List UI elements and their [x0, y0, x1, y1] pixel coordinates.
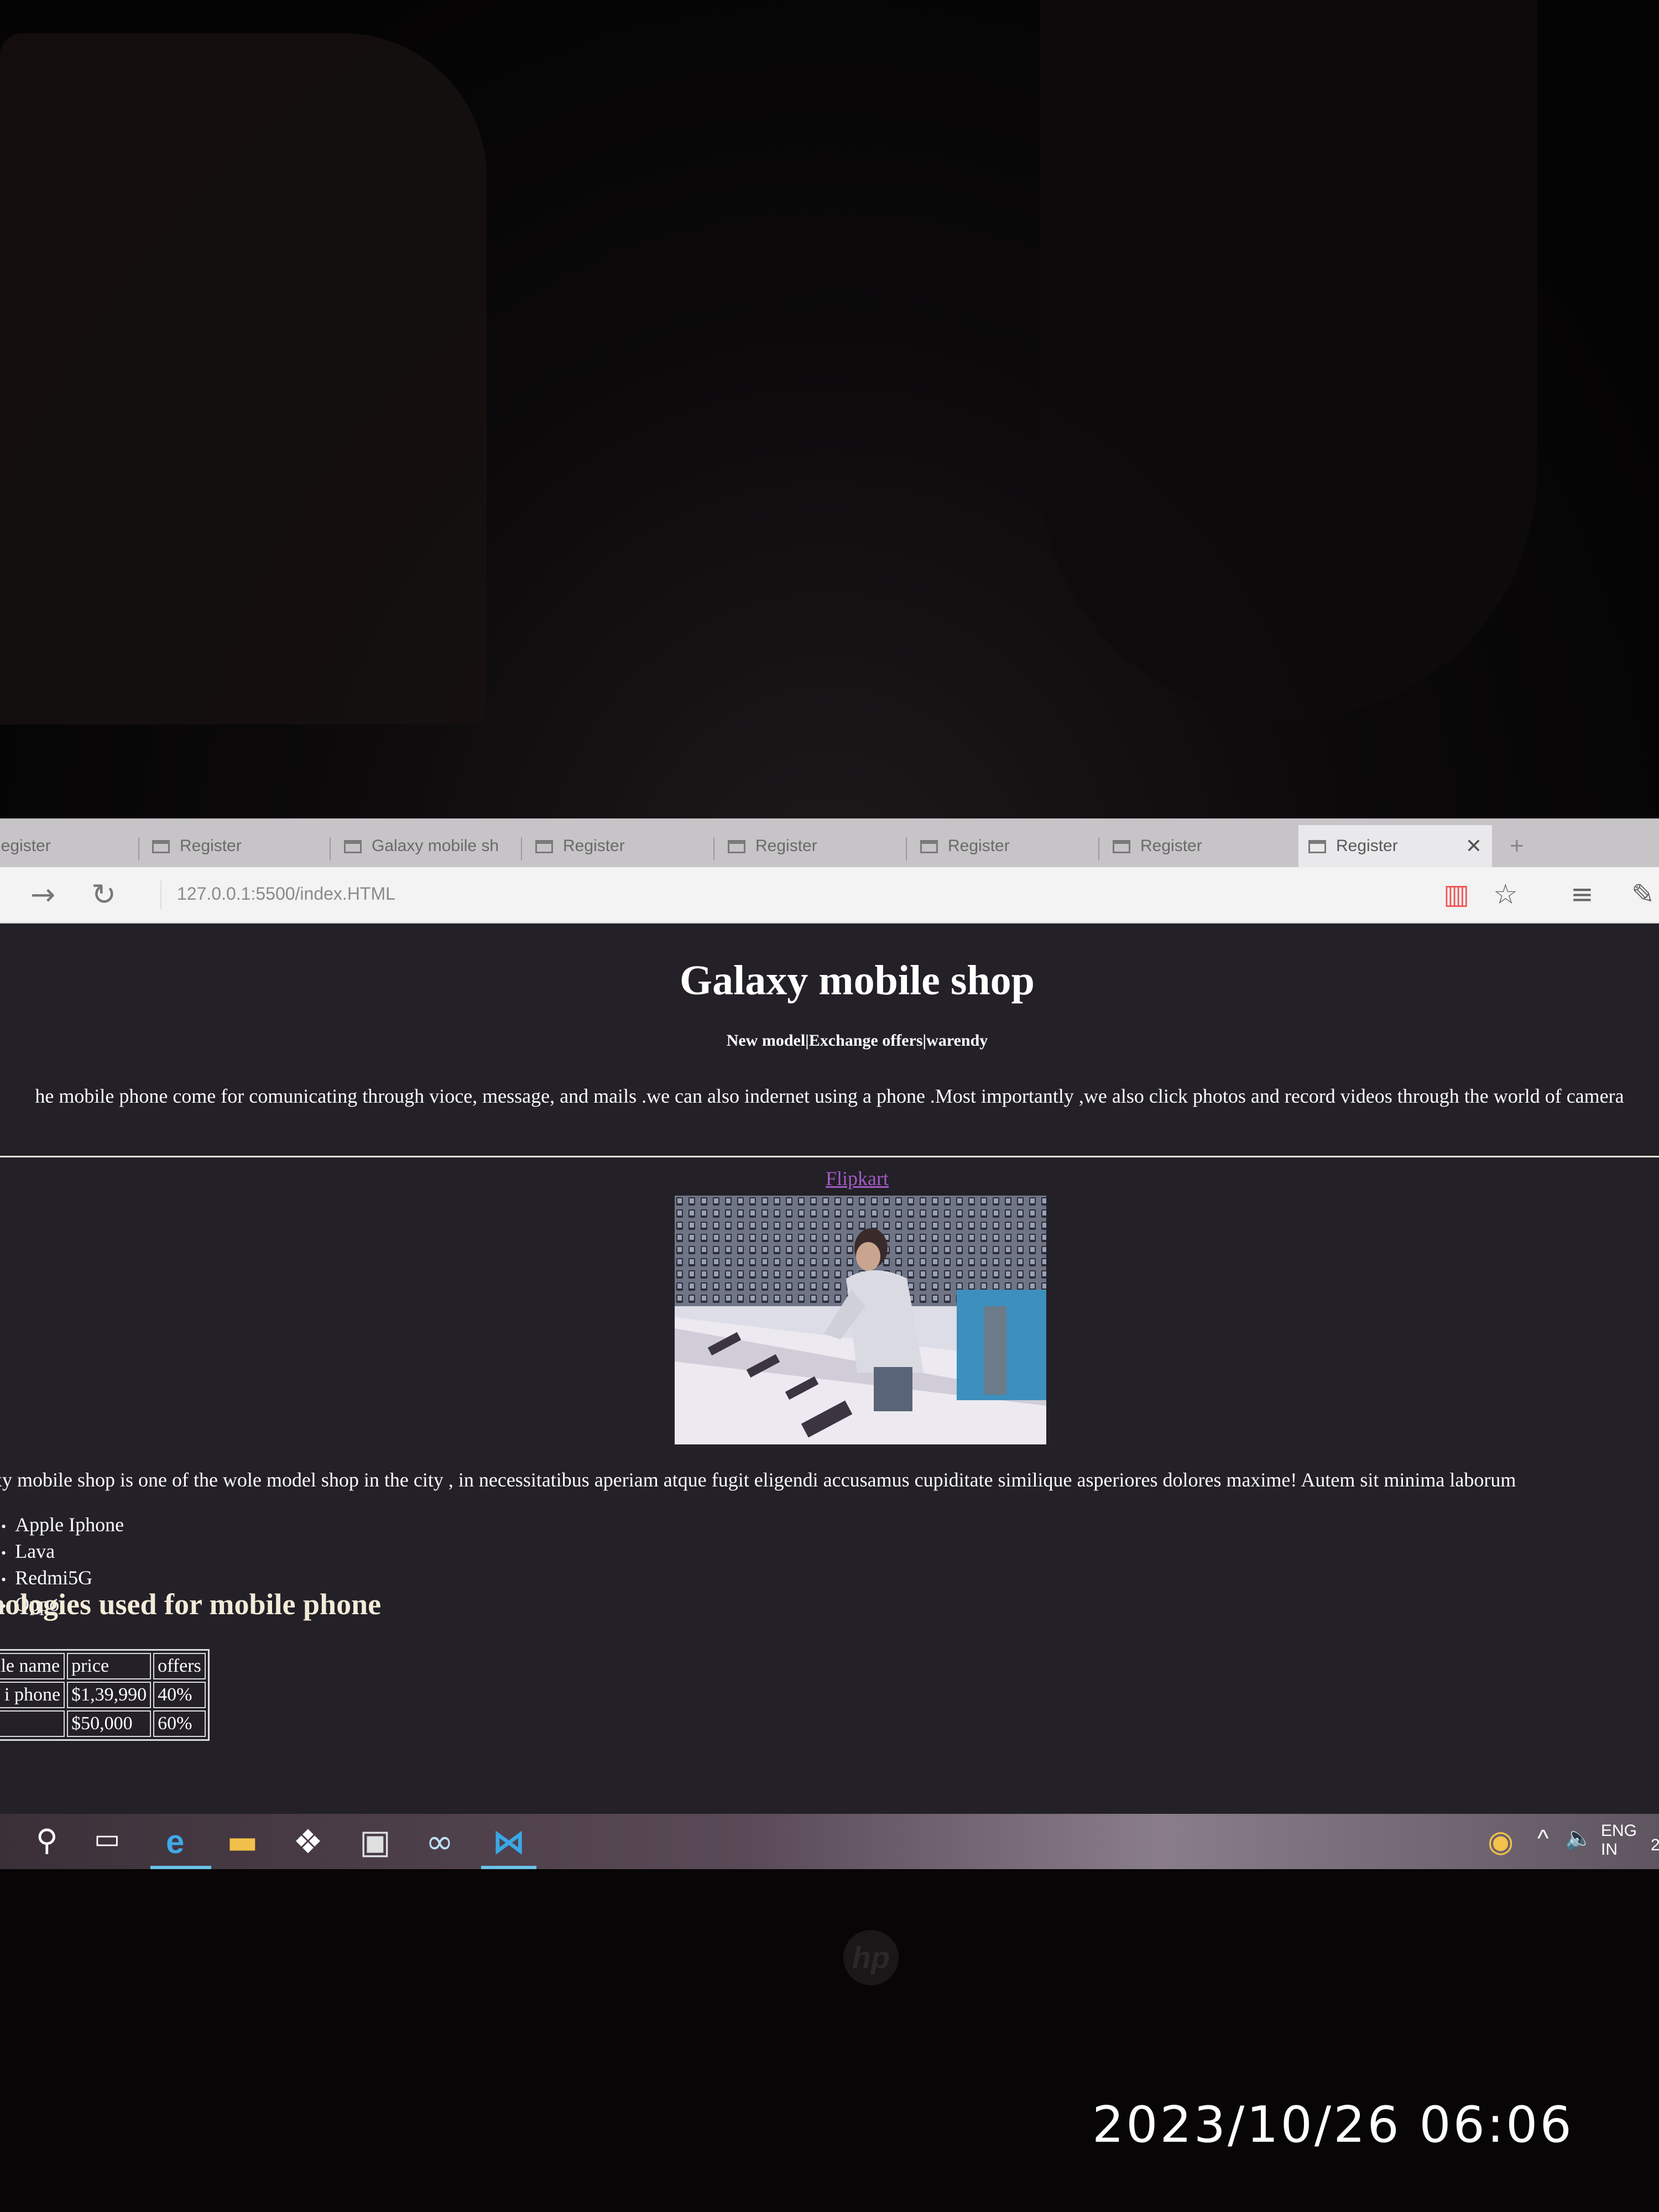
intro-paragraph: he mobile phone come for comunicating th… [35, 1085, 1624, 1107]
shop-photo [675, 1196, 1046, 1444]
tab-page-icon [1308, 840, 1326, 854]
table-header-cell: bile name [0, 1653, 65, 1679]
region-code: IN [1601, 1840, 1618, 1859]
divider [160, 880, 161, 909]
table-cell: a [0, 1710, 65, 1737]
taskbar: ⚲ ▭ e ▬ ❖ ▣ ∞ ⋈ ◉ ^ 🔈 ENG IN 2 [0, 1814, 1659, 1869]
tab-separator [713, 837, 714, 860]
search-icon[interactable]: ⚲ [36, 1823, 58, 1858]
tab-separator [1098, 837, 1099, 860]
clock[interactable]: 2 [1651, 1836, 1659, 1855]
active-app-indicator [150, 1866, 211, 1869]
tab-separator [138, 837, 139, 860]
tab-register-5[interactable]: Register [920, 825, 1092, 867]
tab-register-1[interactable]: Register [0, 825, 127, 867]
tab-register-3[interactable]: Register [535, 825, 707, 867]
tab-page-icon [920, 840, 938, 854]
file-explorer-icon[interactable]: ▬ [227, 1823, 258, 1861]
favorite-star-icon[interactable]: ☆ [1493, 878, 1518, 910]
new-tab-icon[interactable]: + [1510, 825, 1524, 867]
price-table: bile name price offers le i phone $1,39,… [0, 1649, 210, 1741]
address-bar: → ↻ 127.0.0.1:5500/index.HTML ▥ ☆ ≡ ✎ [0, 867, 1659, 924]
monitor-logo: hp [843, 1930, 899, 1985]
tab-separator [906, 837, 907, 860]
infinity-app-icon[interactable]: ∞ [426, 1823, 453, 1861]
language-code: ENG [1601, 1822, 1637, 1840]
chevron-up-icon[interactable]: ^ [1537, 1825, 1549, 1853]
tab-register-6[interactable]: Register [1113, 825, 1290, 867]
tab-page-icon [152, 840, 170, 854]
tab-galaxy-mobile-shop[interactable]: Galaxy mobile sh [344, 825, 511, 867]
tab-register-4[interactable]: Register [728, 825, 899, 867]
tab-separator [330, 837, 331, 860]
task-view-icon[interactable]: ▭ [94, 1823, 120, 1855]
tab-bar: Register Register Galaxy mobile sh Regis… [0, 818, 1659, 867]
table-cell: $1,39,990 [67, 1682, 152, 1708]
table-row: le i phone $1,39,990 40% [0, 1682, 206, 1708]
section-heading: cnologies used for mobile phone [0, 1588, 382, 1621]
reading-view-icon[interactable]: ▥ [1443, 878, 1469, 910]
photo-timestamp: 2023/10/26 06:06 [1092, 2096, 1574, 2154]
table-cell: $50,000 [67, 1710, 152, 1737]
table-row: a $50,000 60% [0, 1710, 206, 1737]
update-notification-icon[interactable]: ◉ [1488, 1824, 1514, 1859]
tab-page-icon [728, 840, 745, 854]
tab-separator [521, 837, 522, 860]
refresh-icon[interactable]: ↻ [91, 877, 116, 912]
background-object [0, 33, 487, 724]
dropbox-icon[interactable]: ❖ [293, 1823, 323, 1861]
tab-page-icon [535, 840, 553, 854]
tab-register-2[interactable]: Register [152, 825, 324, 867]
page-subtitle: New model|Exchange offers|warendy [726, 1031, 988, 1050]
shop-description: axy mobile shop is one of the wole model… [0, 1469, 1516, 1491]
page-title: Galaxy mobile shop [680, 957, 1035, 1004]
background-shadow [1040, 0, 1537, 719]
horizontal-rule [0, 1156, 1659, 1157]
table-cell: 40% [153, 1682, 206, 1708]
speaker-icon[interactable]: 🔈 [1565, 1825, 1593, 1851]
list-item: Lava [0, 1539, 124, 1566]
tab-page-icon [344, 840, 362, 854]
close-tab-icon[interactable]: ✕ [1465, 825, 1482, 867]
store-icon[interactable]: ▣ [359, 1823, 391, 1861]
hub-icon[interactable]: ≡ [1571, 878, 1594, 910]
list-item: Apple Iphone [0, 1512, 124, 1539]
table-header-cell: offers [153, 1653, 206, 1679]
table-header-cell: price [67, 1653, 152, 1679]
table-cell: 60% [153, 1710, 206, 1737]
flipkart-link[interactable]: Flipkart [0, 1167, 1659, 1190]
table-header-row: bile name price offers [0, 1653, 206, 1679]
web-note-icon[interactable]: ✎ [1631, 878, 1655, 910]
language-indicator[interactable]: ENG IN [1601, 1822, 1637, 1859]
tab-page-icon [1113, 840, 1130, 854]
web-page: Galaxy mobile shop New model|Exchange of… [0, 924, 1659, 1741]
edge-icon[interactable]: e [166, 1823, 184, 1861]
table-cell: le i phone [0, 1682, 65, 1708]
url-field[interactable]: 127.0.0.1:5500/index.HTML [177, 884, 395, 904]
vscode-icon[interactable]: ⋈ [492, 1823, 525, 1861]
active-app-indicator [481, 1866, 536, 1869]
monitor-screen: Register Register Galaxy mobile sh Regis… [0, 818, 1659, 1869]
tab-register-active[interactable]: Register ✕ [1298, 825, 1492, 867]
forward-arrow-icon[interactable]: → [30, 877, 55, 912]
